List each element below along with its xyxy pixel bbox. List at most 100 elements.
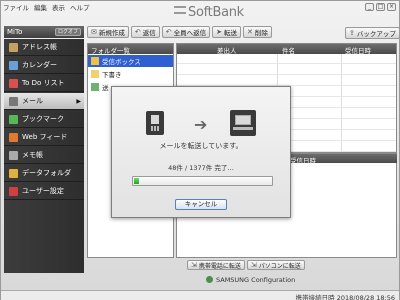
mobile-phone-icon xyxy=(146,111,164,135)
send-to-phone-button[interactable]: ⇲ 携帯電話に転送 xyxy=(187,260,245,270)
chevron-right-icon: ▶ xyxy=(76,97,81,105)
sidebar-item[interactable]: カレンダー xyxy=(4,57,84,74)
user-settings-icon xyxy=(9,187,18,196)
toolbar-button[interactable]: ✕ 削除 xyxy=(243,26,272,38)
send-to-pc-label: パソコンに転送 xyxy=(258,262,301,270)
web-feed-icon xyxy=(9,133,18,142)
folder-label: 下書き xyxy=(102,71,122,79)
menu-edit[interactable]: 編集 xyxy=(34,2,47,12)
transfer-arrow-icon: ➔ xyxy=(194,115,208,134)
sidebar-item-label: データフォルダ xyxy=(22,169,71,177)
app-window: ファイル 編集 表示 ヘルプ SoftBank _ □ × MiTo ログオフ … xyxy=(0,0,400,300)
sidebar-item-label: To Do リスト xyxy=(22,79,65,87)
toolbar-button-label: 全員へ返信 xyxy=(173,29,207,37)
folder-label: 送 xyxy=(102,84,109,92)
sidebar-item[interactable]: Web フィード xyxy=(4,129,84,146)
sidebar-item[interactable]: ブックマーク xyxy=(4,111,84,128)
reply-icon: ↶ xyxy=(134,28,141,36)
sidebar-item[interactable]: To Do リスト xyxy=(4,75,84,92)
samsung-icon xyxy=(206,276,213,283)
todo-icon xyxy=(9,79,18,88)
bookmark-icon xyxy=(9,115,18,124)
table-row[interactable] xyxy=(177,65,396,75)
brand-logo: SoftBank xyxy=(174,5,244,20)
close-button[interactable]: × xyxy=(387,3,396,11)
user-name: MiTo xyxy=(7,28,23,36)
toolbar-button-label: 削除 xyxy=(254,29,268,37)
sidebar-item[interactable]: ユーザー設定 xyxy=(4,183,84,200)
connection-status: 携帯接続日時 2018/08/28 18:56 xyxy=(295,294,395,300)
folder-icon xyxy=(91,83,99,91)
menu-file[interactable]: ファイル xyxy=(3,2,29,12)
cancel-button[interactable]: キャンセル xyxy=(175,199,227,210)
folder-icon xyxy=(91,70,99,78)
sidebar-item[interactable]: メモ帳 xyxy=(4,147,84,164)
toolbar-button-label: 新規作成 xyxy=(98,29,125,37)
mail-list-header: 差出人 件名 受信日時 xyxy=(177,44,396,55)
laptop-screen xyxy=(235,115,251,125)
sidebar-item-label: ブックマーク xyxy=(22,115,64,123)
maximize-button[interactable]: □ xyxy=(376,3,385,11)
sidebar-item-label: メモ帳 xyxy=(22,151,43,159)
toolbar-button-label: 返信 xyxy=(142,29,156,37)
progress-fill xyxy=(134,178,139,184)
folder-label: 受信ボックス xyxy=(102,58,141,66)
toolbar-button[interactable]: ✉ 新規作成 xyxy=(87,26,129,38)
menu-help[interactable]: ヘルプ xyxy=(70,2,90,12)
phone-screen xyxy=(151,115,159,124)
samsung-label: SAMSUNG Configuration xyxy=(216,276,296,284)
transfer-dialog: ➔ メールを転送しています。 48件 / 1377件 完了… キャンセル xyxy=(111,86,291,218)
address-book-icon xyxy=(9,43,18,52)
softbank-logo-icon xyxy=(174,6,186,14)
toolbar-button[interactable]: ↶ 全員へ返信 xyxy=(161,26,211,38)
logoff-button[interactable]: ログオフ xyxy=(54,28,81,36)
backup-icon: ⇪ xyxy=(349,29,355,37)
laptop-icon xyxy=(230,110,256,136)
reply-all-icon: ↶ xyxy=(165,28,172,36)
table-row[interactable] xyxy=(177,54,396,64)
forward-icon: ➤ xyxy=(216,28,222,36)
sidebar-item[interactable]: メール ▶ xyxy=(4,93,84,110)
brand-name: SoftBank xyxy=(188,5,244,20)
backup-button[interactable]: ⇪ バックアップ xyxy=(345,27,400,39)
send-to-phone-label: 携帯電話に転送 xyxy=(198,262,241,270)
transfer-buttons: ⇲ 携帯電話に転送 ⇲ パソコンに転送 xyxy=(187,260,305,270)
minimize-button[interactable]: _ xyxy=(365,3,374,11)
mail-icon xyxy=(9,97,18,106)
sidebar-item-label: メール xyxy=(22,97,43,105)
laptop-base xyxy=(233,127,253,130)
sidebar-item[interactable]: データフォルダ xyxy=(4,165,84,182)
folder-item[interactable]: 下書き xyxy=(88,68,173,80)
delete-icon: ✕ xyxy=(247,28,253,36)
new-icon: ✉ xyxy=(91,28,97,36)
sidebar-item-label: アドレス帳 xyxy=(22,43,57,51)
samsung-configuration-link[interactable]: SAMSUNG Configuration xyxy=(206,276,295,284)
folder-pane-header: フォルダ一覧 xyxy=(88,44,173,55)
status-bar: 携帯接続日時 2018/08/28 18:56 xyxy=(1,290,399,300)
memo-icon xyxy=(9,151,18,160)
toolbar-button[interactable]: ↶ 返信 xyxy=(130,26,160,38)
data-folder-icon xyxy=(9,169,18,178)
transfer-icon: ⇲ xyxy=(191,261,197,269)
window-controls: _ □ × xyxy=(365,3,396,11)
folder-icon xyxy=(91,57,99,65)
table-row[interactable] xyxy=(177,76,396,86)
transfer-count: 48件 / 1377件 完了… xyxy=(168,164,234,172)
menu-bar: ファイル 編集 表示 ヘルプ xyxy=(3,2,90,12)
progress-bar xyxy=(132,176,273,186)
user-bar: MiTo ログオフ xyxy=(4,26,84,38)
phone-keys xyxy=(151,126,159,131)
sidebar-item-label: ユーザー設定 xyxy=(22,187,64,195)
toolbar-button[interactable]: ➤ 転送 xyxy=(212,26,241,38)
sidebar-item-label: Web フィード xyxy=(22,133,68,141)
folder-item[interactable]: 受信ボックス xyxy=(88,55,173,67)
toolbar-button-label: 転送 xyxy=(224,29,237,37)
transfer-icon: ⇲ xyxy=(250,261,257,269)
sidebar-item-label: カレンダー xyxy=(22,61,57,69)
backup-label: バックアップ xyxy=(356,30,396,38)
menu-view[interactable]: 表示 xyxy=(52,2,65,12)
send-to-pc-button[interactable]: ⇲ パソコンに転送 xyxy=(246,260,305,270)
transfer-message: メールを転送しています。 xyxy=(159,142,243,150)
preview-header: 受信日時 xyxy=(287,154,397,165)
sidebar-item[interactable]: アドレス帳 xyxy=(4,39,84,56)
